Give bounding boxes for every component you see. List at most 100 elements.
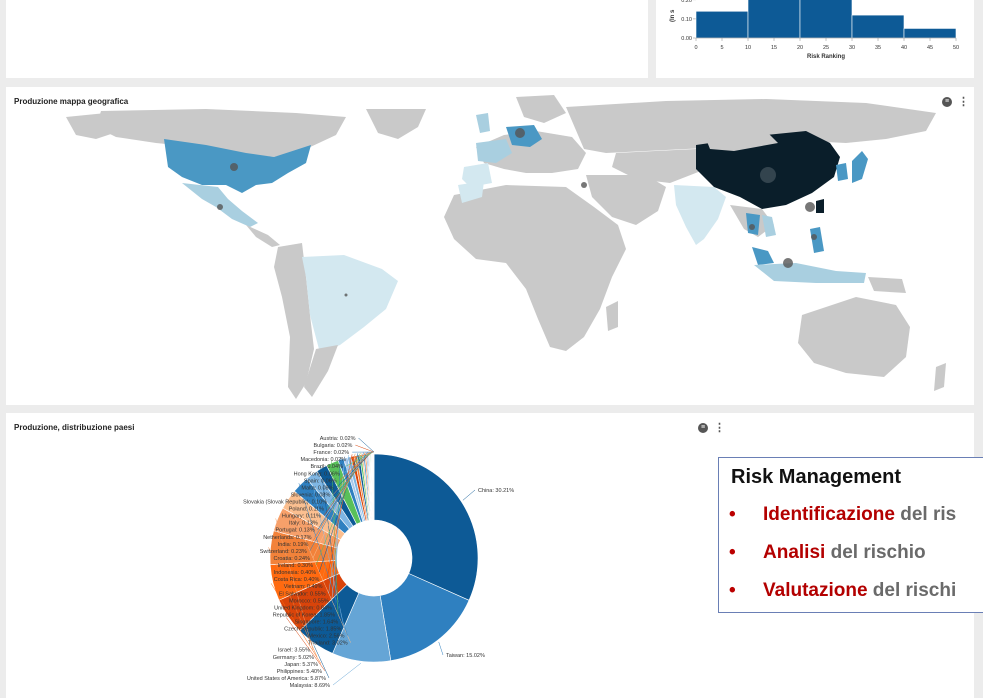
histogram-x-tick-label: 15 <box>771 45 777 51</box>
map-marker-malaysia[interactable] <box>783 258 793 268</box>
pie-label: Brazil: 0.04% <box>311 464 344 470</box>
map-region-central-america[interactable] <box>246 225 280 247</box>
map-marker-brazil[interactable] <box>344 293 348 297</box>
map-marker-china[interactable] <box>760 167 776 183</box>
pie-label: France: 0.02% <box>313 450 349 456</box>
histogram-bar[interactable] <box>903 28 957 39</box>
pie-label: Germany: 5.02% <box>273 655 314 661</box>
histogram-x-tick-label: 20 <box>797 45 803 51</box>
map-marker-germany[interactable] <box>515 128 525 138</box>
histogram-y-ticks: 0.20 0.10 0.00 <box>681 0 696 42</box>
map-marker-usa[interactable] <box>230 163 238 171</box>
histogram-x-tick-label: 5 <box>720 45 723 51</box>
map-region-new-zealand[interactable] <box>934 363 946 391</box>
risk-item-evaluation: • Valutazione del rischi <box>729 580 956 602</box>
pie-label: Japan: 5.37% <box>284 662 318 668</box>
map-region-greenland[interactable] <box>366 109 426 139</box>
risk-item-analysis: • Analisi del rischio <box>729 542 926 564</box>
map-region-thailand[interactable] <box>746 213 760 235</box>
histogram-bar[interactable] <box>799 0 853 39</box>
pie-label: Czech Republic: 1.85% <box>284 627 341 633</box>
map-marker-israel[interactable] <box>581 182 587 188</box>
pie-label: El Salvador: 0.55% <box>279 591 326 597</box>
map-region-brazil[interactable] <box>302 255 398 353</box>
map-marker-thailand[interactable] <box>749 224 755 230</box>
pie-label: Slovakia (Slovak Republic): 0.10% <box>243 500 327 506</box>
pie-label: Singapore: 1.64% <box>294 619 338 625</box>
pie-leader-line <box>462 489 476 501</box>
pie-label: China: 30.21% <box>478 488 514 494</box>
map-region-philippines[interactable] <box>810 227 824 253</box>
world-map[interactable] <box>6 87 974 405</box>
pie-label: Slovenia: 0.08% <box>291 492 331 498</box>
pie-label: Hong Kong: 0.06% <box>294 471 340 477</box>
map-region-japan[interactable] <box>852 151 868 183</box>
map-region-madagascar[interactable] <box>606 301 618 331</box>
map-region-scandinavia[interactable] <box>516 95 566 123</box>
histogram-x-tick-label: 40 <box>901 45 907 51</box>
pie-label: Indonesia: 0.40% <box>274 570 317 576</box>
map-region-india[interactable] <box>674 185 726 245</box>
map-region-africa[interactable] <box>444 185 626 351</box>
map-region-alaska[interactable] <box>66 113 114 139</box>
pie-label: Costa Rica: 0.40% <box>274 577 320 583</box>
histogram-bar[interactable] <box>695 10 749 39</box>
pie-label: Switzerland: 0.23% <box>260 549 307 555</box>
histogram-x-tick-label: 50 <box>953 45 959 51</box>
histogram-x-tick-label: 0 <box>694 45 697 51</box>
map-region-australia[interactable] <box>798 297 910 377</box>
bullet: • <box>729 580 736 601</box>
pie-label: Macedonia: 0.02% <box>301 457 347 463</box>
map-region-indonesia[interactable] <box>754 263 866 283</box>
pie-label: Taiwan: 15.02% <box>446 653 485 659</box>
pie-leader-line <box>438 641 444 656</box>
histogram-x-tick-label: 30 <box>849 45 855 51</box>
pie-label: Poland: 0.11% <box>289 507 324 513</box>
pie-label: India: 0.19% <box>278 542 309 548</box>
risk-text: del ris <box>894 504 957 525</box>
pie-label: Mexico: 2.56% <box>308 634 344 640</box>
map-marker-taiwan[interactable] <box>805 202 815 212</box>
risk-item-identification: • Identificazione del ris <box>729 504 956 526</box>
histogram-y-tick-label: 0.00 <box>681 36 692 42</box>
risk-ranking-histogram: (ln s 0.200.100.00 0 5 10 15 20 25 30 35 40 45 50 … <box>670 0 959 60</box>
pie-label: Portugal: 0.13% <box>276 528 315 534</box>
histogram-bar[interactable] <box>747 0 801 39</box>
pie-label: Malaysia: 8.69% <box>290 683 330 689</box>
map-region-new-guinea[interactable] <box>868 277 906 293</box>
risk-ranking-histogram-card: (ln s 0.20 0.10 0.00 0 5 10 15 20 25 30 35 40 45 50 … <box>656 0 974 78</box>
histogram-y-axis-label: (ln s <box>670 9 676 22</box>
histogram-x-tick-label: 35 <box>875 45 881 51</box>
pie-label: Bulgaria: 0.02% <box>314 443 353 449</box>
pie-label: Vietnam: 0.49% <box>284 584 323 590</box>
map-region-uk[interactable] <box>476 113 490 133</box>
risk-keyword: Valutazione <box>763 580 868 601</box>
pie-leader-line <box>332 662 362 686</box>
histogram-x-tick-label: 45 <box>927 45 933 51</box>
map-region-korea[interactable] <box>836 163 848 181</box>
map-region-malaysia[interactable] <box>752 247 774 265</box>
map-region-vietnam[interactable] <box>762 215 776 237</box>
pie-label: Netherlands: 0.17% <box>263 535 311 541</box>
pie-label: United Kingdom: 0.84% <box>274 605 332 611</box>
pie-slice[interactable] <box>373 453 479 601</box>
map-marker-philippines[interactable] <box>811 234 817 240</box>
histogram-y-tick-label: 0.10 <box>681 17 692 23</box>
pie-label: Republic of Korea: 1.85% <box>273 612 335 618</box>
risk-text: del rischio <box>825 542 926 563</box>
risk-text: del rischi <box>867 580 957 601</box>
geographic-map-card: Produzione mappa geografica ≡ ⋮ <box>6 87 974 405</box>
histogram-bar[interactable] <box>851 14 905 39</box>
histogram-bars <box>695 0 957 39</box>
pie-label: Morocco: 0.55% <box>289 598 329 604</box>
pie-leader-line <box>358 437 375 453</box>
risk-title: Risk Management <box>731 466 902 488</box>
pie-label: Croatia: 0.24% <box>274 556 310 562</box>
bullet: • <box>729 542 736 563</box>
pie-label: Ireland: 0.30% <box>278 563 314 569</box>
map-region-taiwan[interactable] <box>816 199 824 213</box>
pie-label: Philippines: 5.40% <box>277 669 322 675</box>
map-marker-mexico[interactable] <box>217 204 223 210</box>
histogram-x-axis-label: Risk Ranking <box>807 54 845 60</box>
pie-label: Malta: 0.08% <box>301 485 333 491</box>
